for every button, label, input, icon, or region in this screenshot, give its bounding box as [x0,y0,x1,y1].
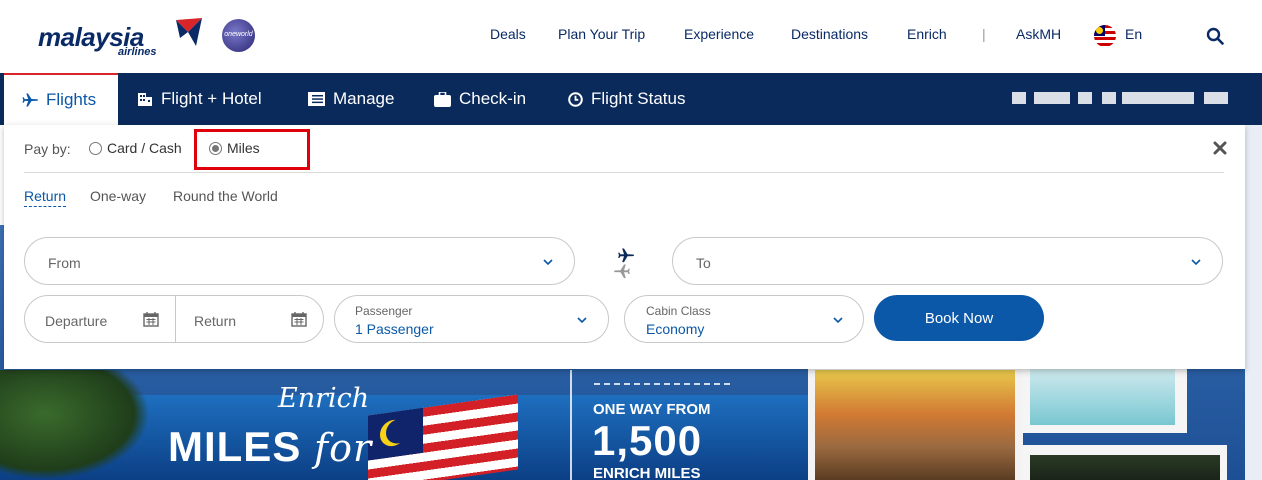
list-icon [308,92,325,106]
blurred-content [1012,92,1026,104]
miles-word: MILES [168,423,302,470]
tab-flights-label: Flights [46,90,97,109]
tab-manage-label: Manage [333,89,395,108]
landscape-photo [1030,455,1220,480]
oneworld-text: oneworld [224,31,253,38]
cabin-class-select[interactable]: Cabin Class Economy [624,295,864,343]
clock-icon [568,91,583,107]
malaysia-flag-icon[interactable] [1094,25,1116,47]
boat-photo [1030,365,1175,425]
oneworld-logo[interactable]: oneworld [222,19,255,52]
deal-line-one: ONE WAY FROM [593,401,711,418]
return-placeholder[interactable]: Return [194,313,236,329]
page-edge [1245,125,1262,480]
deal-amount: 1,500 [592,417,703,464]
tab-flight-hotel-label: Flight + Hotel [161,89,262,108]
chevron-down-icon [833,317,843,324]
departure-placeholder[interactable]: Departure [45,313,107,329]
nav-deals[interactable]: Deals [490,26,526,42]
tab-manage[interactable]: Manage [308,73,394,125]
swap-direction-icon[interactable] [612,245,636,279]
tab-flight-hotel[interactable]: Flight + Hotel [137,73,262,125]
tab-check-in[interactable]: Check-in [434,73,526,125]
logo-subtext: airlines [118,46,157,58]
blurred-content [1078,92,1092,104]
flight-booking-panel: Pay by: Card / Cash Miles Return One-way… [4,125,1245,369]
nav-destinations[interactable]: Destinations [791,26,868,42]
cabin-class-value: Economy [646,321,705,337]
enrich-logo-text: Enrich [278,383,370,414]
date-range-field[interactable]: Departure Return [24,295,324,343]
cabin-class-label: Cabin Class [646,304,711,318]
passenger-label: Passenger [355,304,413,318]
tab-flight-status[interactable]: Flight Status [568,73,686,125]
booking-tab-bar: Flights Flight + Hotel Manage Check-in F… [0,73,1262,198]
book-now-button[interactable]: Book Now [874,295,1044,341]
trip-type-one-way[interactable]: One-way [90,188,146,204]
to-placeholder: To [696,255,711,271]
chevron-down-icon [1191,259,1201,266]
blurred-content [1204,92,1228,104]
date-divider [175,296,176,342]
close-icon[interactable] [1212,140,1228,156]
chevron-down-icon [577,317,587,324]
nav-askmh[interactable]: AskMH [1016,26,1061,42]
umbrella-street-photo [815,370,1015,480]
calendar-icon[interactable] [291,311,307,327]
miles-highlight-box [194,129,310,170]
deal-line-three: ENRICH MILES [593,465,701,480]
top-header: malaysia airlines oneworld Deals Plan Yo… [0,0,1262,73]
nav-enrich[interactable]: Enrich [907,26,947,42]
tab-flights[interactable]: Flights [4,73,118,125]
from-placeholder: From [48,255,81,271]
trip-type-return[interactable]: Return [24,188,67,207]
nav-divider: | [982,26,986,42]
from-field[interactable]: From [24,237,575,285]
trip-type-round-the-world[interactable]: Round the World [173,188,278,204]
language-selector[interactable]: En [1125,26,1142,42]
search-icon[interactable] [1206,27,1224,45]
to-field[interactable]: To [672,237,1223,285]
blurred-content [1102,92,1116,104]
blurred-content [1034,92,1070,104]
hero-divider [570,370,572,480]
palm-tree-image [0,370,150,480]
deal-dashed-line [594,383,730,385]
nav-experience[interactable]: Experience [684,26,754,42]
radio-unchecked-icon[interactable] [89,141,102,155]
nav-plan-your-trip[interactable]: Plan Your Trip [558,26,645,42]
miles-headline: MILES for [168,423,372,471]
blurred-content [1122,92,1194,104]
plane-icon [22,93,38,107]
passenger-select[interactable]: Passenger 1 Passenger [334,295,609,343]
building-icon [138,93,152,106]
tab-check-in-label: Check-in [459,89,527,108]
pay-by-label: Pay by: [24,141,71,157]
passenger-value: 1 Passenger [355,321,434,337]
calendar-icon[interactable] [143,311,159,327]
tab-flight-status-label: Flight Status [591,89,686,108]
malaysia-airlines-logo[interactable]: malaysia airlines [38,16,208,60]
for-word: for [314,426,373,470]
pay-card-cash-label: Card / Cash [107,140,182,156]
briefcase-icon [434,91,451,107]
kite-logo-icon [176,18,202,46]
pay-card-cash-radio[interactable]: Card / Cash [89,140,182,156]
chevron-down-icon [543,259,553,266]
panel-divider [24,172,1224,173]
